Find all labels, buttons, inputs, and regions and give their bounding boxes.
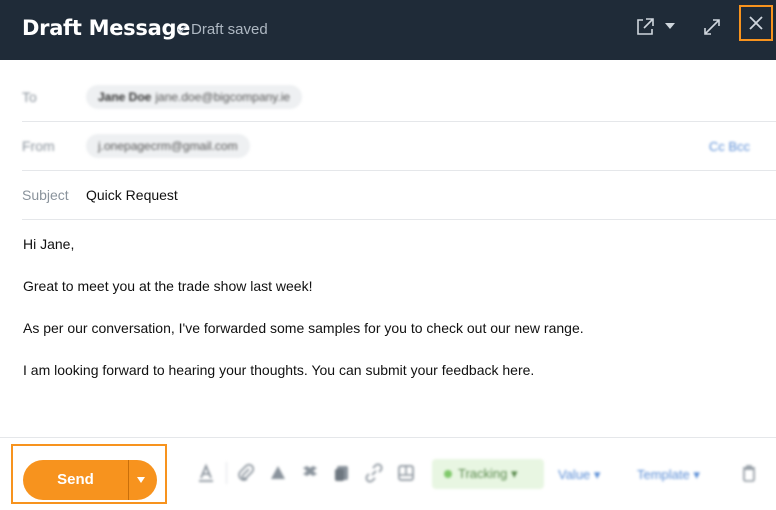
send-button[interactable]: Send <box>23 460 157 500</box>
to-label: To <box>22 89 37 105</box>
subject-input[interactable]: Quick Request <box>86 187 178 203</box>
check-icon <box>177 25 187 33</box>
subject-label: Subject <box>22 187 69 203</box>
from-label: From <box>22 138 55 154</box>
cloud-upload-icon[interactable] <box>268 463 288 483</box>
caret-down-icon[interactable] <box>136 476 146 484</box>
body-line: Great to meet you at the trade show last… <box>23 278 313 294</box>
body-line: Hi Jane, <box>23 236 75 252</box>
document-icon[interactable] <box>332 463 352 483</box>
close-button[interactable] <box>739 5 773 41</box>
tracking-status-dot <box>444 470 452 478</box>
value-dropdown[interactable]: Value ▾ <box>558 467 600 483</box>
template-dropdown[interactable]: Template ▾ <box>637 467 700 483</box>
cc-bcc-link[interactable]: Cc Bcc <box>709 139 750 154</box>
text-format-icon[interactable] <box>196 463 216 483</box>
message-header: Draft Message Draft saved <box>0 0 776 60</box>
compose-toolbar: Send Tracking ▾ Value ▾ Template ▾ <box>0 437 776 510</box>
toolbar-divider <box>226 462 227 484</box>
window-title: Draft Message <box>22 16 191 40</box>
dropbox-icon[interactable] <box>300 463 320 483</box>
from-field-row: From j.onepagecrm@gmail.com Cc Bcc <box>22 122 776 171</box>
to-field-row: To Jane Doe jane.doe@bigcompany.ie <box>22 73 776 122</box>
send-highlight: Send <box>11 444 167 504</box>
image-icon[interactable] <box>396 463 416 483</box>
recipient-chip[interactable]: Jane Doe jane.doe@bigcompany.ie <box>86 85 303 109</box>
message-body[interactable]: Hi Jane, Great to meet you at the trade … <box>23 235 763 403</box>
subject-field-row: Subject Quick Request <box>22 171 776 220</box>
recipient-name: Jane Doe <box>98 90 152 104</box>
tracking-label: Tracking <box>458 466 508 481</box>
send-divider <box>128 460 129 500</box>
caret-down-icon[interactable] <box>662 18 678 34</box>
draft-status: Draft saved <box>177 21 268 38</box>
value-label: Value <box>558 467 591 482</box>
draft-status-text: Draft saved <box>191 21 268 38</box>
template-label: Template <box>637 467 690 482</box>
expand-icon[interactable] <box>701 16 723 38</box>
sender-chip[interactable]: j.onepagecrm@gmail.com <box>86 134 250 158</box>
popout-icon[interactable] <box>634 16 656 38</box>
attachment-icon[interactable] <box>236 463 256 483</box>
send-label: Send <box>57 471 94 488</box>
recipient-email: jane.doe@bigcompany.ie <box>155 90 291 104</box>
close-icon <box>749 16 763 30</box>
trash-icon[interactable] <box>739 463 759 483</box>
body-line: I am looking forward to hearing your tho… <box>23 362 535 378</box>
body-line: As per our conversation, I've forwarded … <box>23 320 584 336</box>
link-icon[interactable] <box>364 463 384 483</box>
tracking-button[interactable]: Tracking ▾ <box>432 459 544 489</box>
